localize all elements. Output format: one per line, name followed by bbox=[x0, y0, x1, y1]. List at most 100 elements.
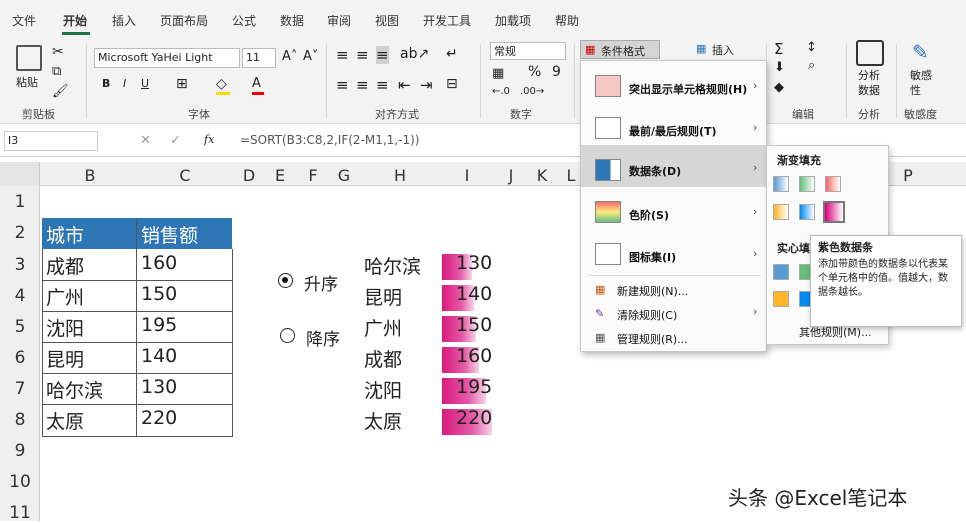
row-header-4[interactable]: 4 bbox=[0, 286, 40, 306]
decrease-decimal-icon[interactable]: .00→ bbox=[520, 86, 544, 97]
table-cell-sales[interactable]: 195 bbox=[141, 314, 177, 336]
formula-input[interactable]: =SORT(B3:C8,2,IF(2-M1,1,-1)) bbox=[240, 133, 419, 147]
insert-function-icon[interactable]: fx bbox=[204, 133, 214, 146]
insert-cells-button[interactable]: 插入 bbox=[712, 42, 734, 58]
underline-icon[interactable]: U bbox=[141, 77, 149, 90]
menu-item-color-scales[interactable]: 色阶(S) › bbox=[581, 193, 766, 235]
select-all-corner[interactable] bbox=[0, 162, 40, 186]
col-header-p[interactable]: P bbox=[898, 166, 918, 185]
sorted-cell-city[interactable]: 广州 bbox=[364, 314, 402, 341]
tab-developer[interactable]: 开发工具 bbox=[423, 12, 471, 29]
row-header-3[interactable]: 3 bbox=[0, 255, 40, 275]
italic-icon[interactable]: I bbox=[123, 77, 126, 90]
format-painter-icon[interactable]: 🖌 bbox=[52, 84, 69, 99]
sort-desc-label[interactable]: 降序 bbox=[306, 325, 340, 350]
fill-icon[interactable]: ⬇ bbox=[774, 60, 785, 75]
paste-button[interactable]: 粘贴 bbox=[16, 74, 38, 90]
paste-icon[interactable] bbox=[16, 45, 42, 71]
sort-desc-radio[interactable] bbox=[280, 328, 295, 343]
tab-file[interactable]: 文件 bbox=[12, 12, 36, 29]
analyze-data-icon[interactable] bbox=[856, 40, 884, 66]
orange-solid-bar-icon[interactable] bbox=[773, 291, 789, 307]
lightblue-gradient-bar-icon[interactable] bbox=[799, 204, 815, 220]
analyze-data-button[interactable]: 分析 数据 bbox=[858, 68, 880, 98]
find-select-icon[interactable]: ⌕ bbox=[808, 58, 815, 73]
orientation-icon[interactable]: ab↗ bbox=[400, 46, 429, 62]
col-header-f[interactable]: F bbox=[304, 166, 322, 185]
align-bottom-icon[interactable]: ≡ bbox=[376, 46, 389, 64]
sorted-cell-sales[interactable]: 130 bbox=[456, 252, 492, 274]
sorted-cell-city[interactable]: 沈阳 bbox=[364, 376, 402, 403]
font-color-icon[interactable]: A bbox=[252, 76, 261, 91]
menu-item-new-rule[interactable]: ▦ 新建规则(N)... bbox=[581, 279, 766, 301]
row-header-2[interactable]: 2 bbox=[0, 223, 40, 243]
align-center-icon[interactable]: ≡ bbox=[356, 76, 369, 94]
tab-addins[interactable]: 加载项 bbox=[495, 12, 531, 29]
sorted-cell-sales[interactable]: 150 bbox=[456, 314, 492, 336]
align-right-icon[interactable]: ≡ bbox=[376, 76, 389, 94]
col-header-c[interactable]: C bbox=[175, 166, 195, 185]
col-header-e[interactable]: E bbox=[271, 166, 289, 185]
col-header-h[interactable]: H bbox=[390, 166, 410, 185]
orange-gradient-bar-icon[interactable] bbox=[773, 204, 789, 220]
enter-icon[interactable]: ✓ bbox=[170, 133, 181, 148]
purple-gradient-bar-icon[interactable] bbox=[823, 201, 845, 223]
align-left-icon[interactable]: ≡ bbox=[336, 76, 349, 94]
tab-insert[interactable]: 插入 bbox=[112, 12, 136, 29]
sorted-cell-city[interactable]: 昆明 bbox=[364, 283, 402, 310]
table-header-city[interactable]: 城市 bbox=[46, 221, 84, 248]
menu-item-highlight-rules[interactable]: 突出显示单元格规则(H) › bbox=[581, 67, 766, 109]
row-header-10[interactable]: 10 bbox=[0, 472, 40, 492]
row-header-8[interactable]: 8 bbox=[0, 410, 40, 430]
shrink-font-icon[interactable]: A˅ bbox=[303, 49, 318, 64]
table-cell-city[interactable]: 沈阳 bbox=[46, 314, 84, 341]
tab-home[interactable]: 开始 bbox=[63, 12, 87, 29]
wrap-text-icon[interactable]: ↵ bbox=[446, 46, 458, 62]
tab-review[interactable]: 审阅 bbox=[327, 12, 351, 29]
align-top-icon[interactable]: ≡ bbox=[336, 46, 349, 64]
sort-asc-label[interactable]: 升序 bbox=[304, 270, 338, 295]
sensitivity-button[interactable]: 敏感 性 bbox=[910, 68, 932, 98]
col-header-j[interactable]: J bbox=[502, 166, 520, 185]
table-cell-sales[interactable]: 220 bbox=[141, 407, 177, 429]
number-format-select[interactable]: 常规 bbox=[490, 42, 566, 60]
decrease-indent-icon[interactable]: ⇤ bbox=[398, 76, 411, 94]
col-header-l[interactable]: L bbox=[562, 166, 580, 185]
sorted-cell-sales[interactable]: 195 bbox=[456, 376, 492, 398]
clear-icon[interactable]: ◆ bbox=[774, 80, 784, 95]
align-middle-icon[interactable]: ≡ bbox=[356, 46, 369, 64]
menu-item-data-bars[interactable]: 数据条(D) › bbox=[581, 151, 766, 193]
increase-indent-icon[interactable]: ⇥ bbox=[420, 76, 433, 94]
cut-icon[interactable]: ✂ bbox=[52, 44, 64, 60]
merge-center-icon[interactable]: ⊟ bbox=[446, 76, 458, 92]
table-cell-sales[interactable]: 140 bbox=[141, 345, 177, 367]
col-header-d[interactable]: D bbox=[240, 166, 258, 185]
percent-icon[interactable]: % bbox=[528, 64, 541, 80]
col-header-k[interactable]: K bbox=[533, 166, 551, 185]
table-header-sales[interactable]: 销售额 bbox=[141, 221, 198, 248]
tab-page-layout[interactable]: 页面布局 bbox=[160, 12, 208, 29]
borders-icon[interactable]: ⊞ bbox=[176, 76, 188, 92]
font-size-select[interactable]: 11 bbox=[242, 48, 276, 68]
row-header-11[interactable]: 11 bbox=[0, 503, 40, 523]
table-cell-city[interactable]: 成都 bbox=[46, 252, 84, 279]
grow-font-icon[interactable]: A˄ bbox=[282, 49, 297, 64]
row-header-5[interactable]: 5 bbox=[0, 317, 40, 337]
copy-icon[interactable]: ⧉ bbox=[52, 64, 61, 79]
table-cell-sales[interactable]: 160 bbox=[141, 252, 177, 274]
sorted-cell-city[interactable]: 太原 bbox=[364, 407, 402, 434]
fill-color-icon[interactable]: ◇ bbox=[216, 76, 227, 92]
sorted-cell-city[interactable]: 成都 bbox=[364, 345, 402, 372]
red-gradient-bar-icon[interactable] bbox=[825, 176, 841, 192]
blue-solid-bar-icon[interactable] bbox=[773, 264, 789, 280]
table-cell-city[interactable]: 广州 bbox=[46, 283, 84, 310]
table-cell-city[interactable]: 昆明 bbox=[46, 345, 84, 372]
row-header-7[interactable]: 7 bbox=[0, 379, 40, 399]
table-cell-city[interactable]: 哈尔滨 bbox=[46, 376, 103, 403]
tab-formulas[interactable]: 公式 bbox=[232, 12, 256, 29]
font-name-select[interactable]: Microsoft YaHei Light bbox=[94, 48, 240, 68]
name-box[interactable]: I3 bbox=[4, 131, 98, 151]
tab-data[interactable]: 数据 bbox=[280, 12, 304, 29]
menu-item-clear-rules[interactable]: ✎ 清除规则(C) › bbox=[581, 303, 766, 325]
sort-filter-icon[interactable]: ↕ bbox=[806, 40, 817, 55]
